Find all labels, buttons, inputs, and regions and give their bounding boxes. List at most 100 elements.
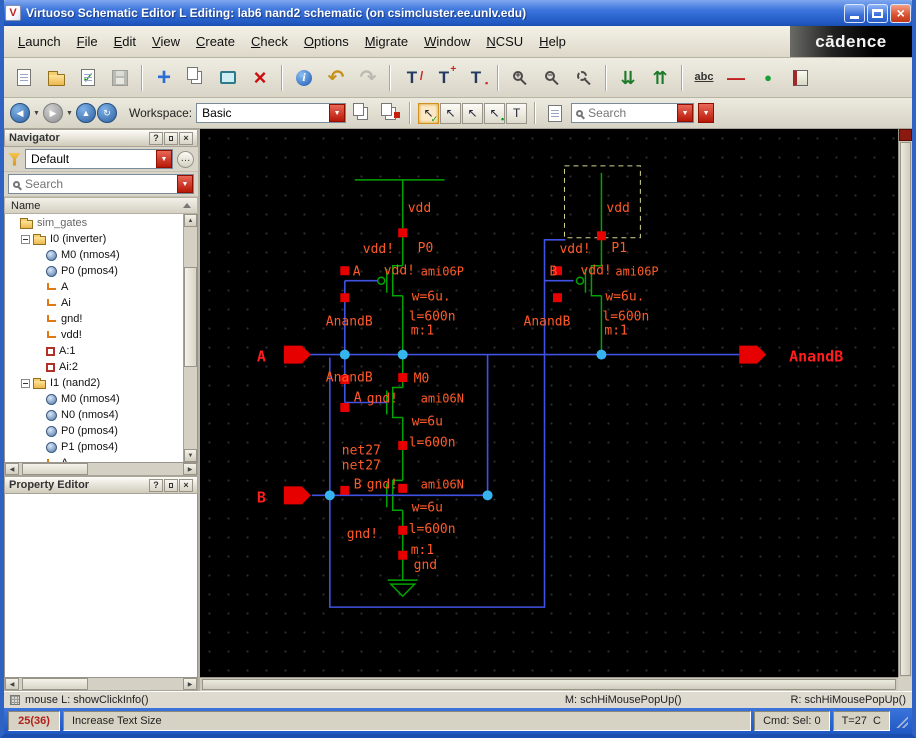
schematic-label[interactable]: ami06N (421, 392, 464, 406)
select-partial-mode-button[interactable]: ↖ (440, 102, 462, 124)
schematic-label[interactable]: w=6u. (412, 290, 451, 305)
check-and-save-button[interactable] (73, 63, 103, 93)
schematic-label[interactable]: vdd! (363, 242, 394, 257)
selection-handle[interactable] (340, 485, 350, 495)
create-label-button[interactable]: T (429, 63, 459, 93)
canvas-vscrollbar[interactable] (898, 129, 912, 677)
scroll-right-button[interactable] (183, 463, 197, 475)
save-button[interactable] (105, 63, 135, 93)
probe-button[interactable]: ● (753, 63, 783, 93)
navigator-hscrollbar[interactable] (4, 463, 198, 476)
schematic-canvas[interactable]: vdd vdd! P0 Avdd! ami06P w=6u. l=600n m:1 AnandB… (200, 129, 898, 677)
move-button[interactable]: + (149, 63, 179, 93)
ascend-button[interactable]: ⇈ (645, 63, 675, 93)
titlebar[interactable]: Virtuoso Schematic Editor L Editing: lab… (4, 0, 912, 26)
schematic-label[interactable]: vdd (408, 201, 431, 216)
schematic-label[interactable]: net27 (342, 443, 381, 458)
property-editor-help-button[interactable] (149, 478, 163, 492)
tree-header[interactable]: Name (4, 197, 198, 214)
pin-a[interactable] (283, 345, 311, 364)
select-point-mode-button[interactable]: ↖ • (484, 102, 506, 124)
toolbar-search-input[interactable] (586, 105, 675, 121)
menu-file[interactable]: File (69, 30, 106, 53)
schematic-label[interactable]: vdd (606, 201, 629, 216)
tree-item-gnd[interactable]: gnd! (5, 311, 183, 327)
schematic-label[interactable]: AnandB (326, 371, 373, 386)
resize-grip[interactable] (895, 714, 908, 728)
schematic-label[interactable]: m:1 (604, 324, 627, 339)
schematic-label[interactable]: AnandB (326, 315, 373, 330)
nav-forward-menu-button[interactable]: ▼ (64, 103, 75, 123)
command-options-button[interactable] (543, 101, 567, 125)
selection-handle[interactable] (398, 550, 408, 560)
workspace-combo[interactable]: Basic (196, 103, 347, 123)
schematic-label[interactable]: B (257, 488, 266, 506)
schematic-label[interactable]: M0 (414, 372, 430, 387)
scroll-thumb[interactable] (184, 266, 197, 367)
property-editor-titlebar[interactable]: Property Editor (4, 476, 198, 494)
menu-launch[interactable]: Launch (10, 30, 69, 53)
scroll-left-button[interactable] (5, 678, 19, 690)
navigator-help-button[interactable] (149, 131, 163, 145)
selection-handle[interactable] (398, 228, 408, 238)
select-all-mode-button[interactable]: ↖ ✓ (418, 102, 440, 124)
nav-up-button[interactable]: ▲ (76, 103, 96, 123)
scroll-down-button[interactable] (184, 449, 197, 462)
stretch-button[interactable] (213, 63, 243, 93)
properties-button[interactable] (289, 63, 319, 93)
schematic-label[interactable]: m:1 (411, 324, 434, 339)
schematic-label[interactable]: w=6u (412, 500, 443, 515)
schematic-label[interactable]: P0 (418, 241, 434, 256)
tree-item-ai-2[interactable]: Ai:2 (5, 359, 183, 375)
navigator-search-dropdown-icon[interactable] (177, 175, 193, 193)
scroll-thumb[interactable] (22, 463, 88, 475)
save-workspace-button[interactable] (350, 101, 374, 125)
selection-handle[interactable] (398, 483, 408, 493)
scroll-up-button[interactable] (184, 214, 197, 227)
property-editor-close-button[interactable] (179, 478, 193, 492)
property-editor-hscrollbar[interactable] (4, 678, 198, 691)
tree-item-m0-nmos4[interactable]: M0 (nmos4) (5, 391, 183, 407)
scroll-right-button[interactable] (183, 678, 197, 690)
menu-migrate[interactable]: Migrate (357, 30, 416, 53)
tree-item-a-1[interactable]: A:1 (5, 343, 183, 359)
schematic-label[interactable]: gnd! (367, 477, 398, 492)
schematic-label[interactable]: A (353, 265, 361, 280)
schematic-label[interactable]: AnandB (789, 348, 843, 366)
menu-window[interactable]: Window (416, 30, 478, 53)
selection-handle[interactable] (340, 266, 350, 276)
select-text-mode-button[interactable]: T (506, 102, 528, 124)
tree-item-n0-nmos4[interactable]: N0 (nmos4) (5, 407, 183, 423)
navigator-float-button[interactable] (164, 131, 178, 145)
create-instance-button[interactable]: T (397, 63, 427, 93)
schematic-label[interactable]: P1 (611, 241, 627, 256)
navigator-close-button[interactable] (179, 131, 193, 145)
navigator-vscrollbar[interactable] (183, 214, 197, 462)
navigator-filter-combo[interactable]: Default (25, 149, 173, 169)
tree-item-vdd[interactable]: vdd! (5, 327, 183, 343)
nav-forward-button[interactable]: ▶ (43, 103, 63, 123)
notes-button[interactable] (785, 63, 815, 93)
delete-button[interactable]: × (245, 63, 275, 93)
pin-anandb[interactable] (739, 345, 767, 364)
navigator-filter-dropdown-icon[interactable] (156, 150, 172, 168)
menu-edit[interactable]: Edit (106, 30, 144, 53)
tree-item-a[interactable]: A (5, 455, 183, 462)
schematic-label[interactable]: net27 (342, 458, 381, 473)
schematic-label[interactable]: w=6u. (605, 290, 644, 305)
scroll-thumb[interactable] (900, 142, 911, 676)
minimize-button[interactable] (844, 3, 865, 23)
ruler-button[interactable]: — (721, 63, 751, 93)
select-full-mode-button[interactable]: ↖ (462, 102, 484, 124)
zoom-out-button[interactable] (537, 63, 567, 93)
schematic-label[interactable]: AnandB (524, 315, 571, 330)
maximize-button[interactable] (867, 3, 888, 23)
gnd-triangle[interactable] (388, 583, 417, 598)
scroll-thumb[interactable] (22, 678, 88, 690)
schematic-label[interactable]: l=600n (409, 310, 456, 325)
schematic-label[interactable]: w=6u (412, 414, 443, 429)
search-dropdown-icon[interactable] (677, 104, 694, 122)
canvas-hscrollbar[interactable] (200, 677, 898, 691)
selection-handle[interactable] (340, 403, 350, 412)
tree-item-m0-nmos4[interactable]: M0 (nmos4) (5, 247, 183, 263)
